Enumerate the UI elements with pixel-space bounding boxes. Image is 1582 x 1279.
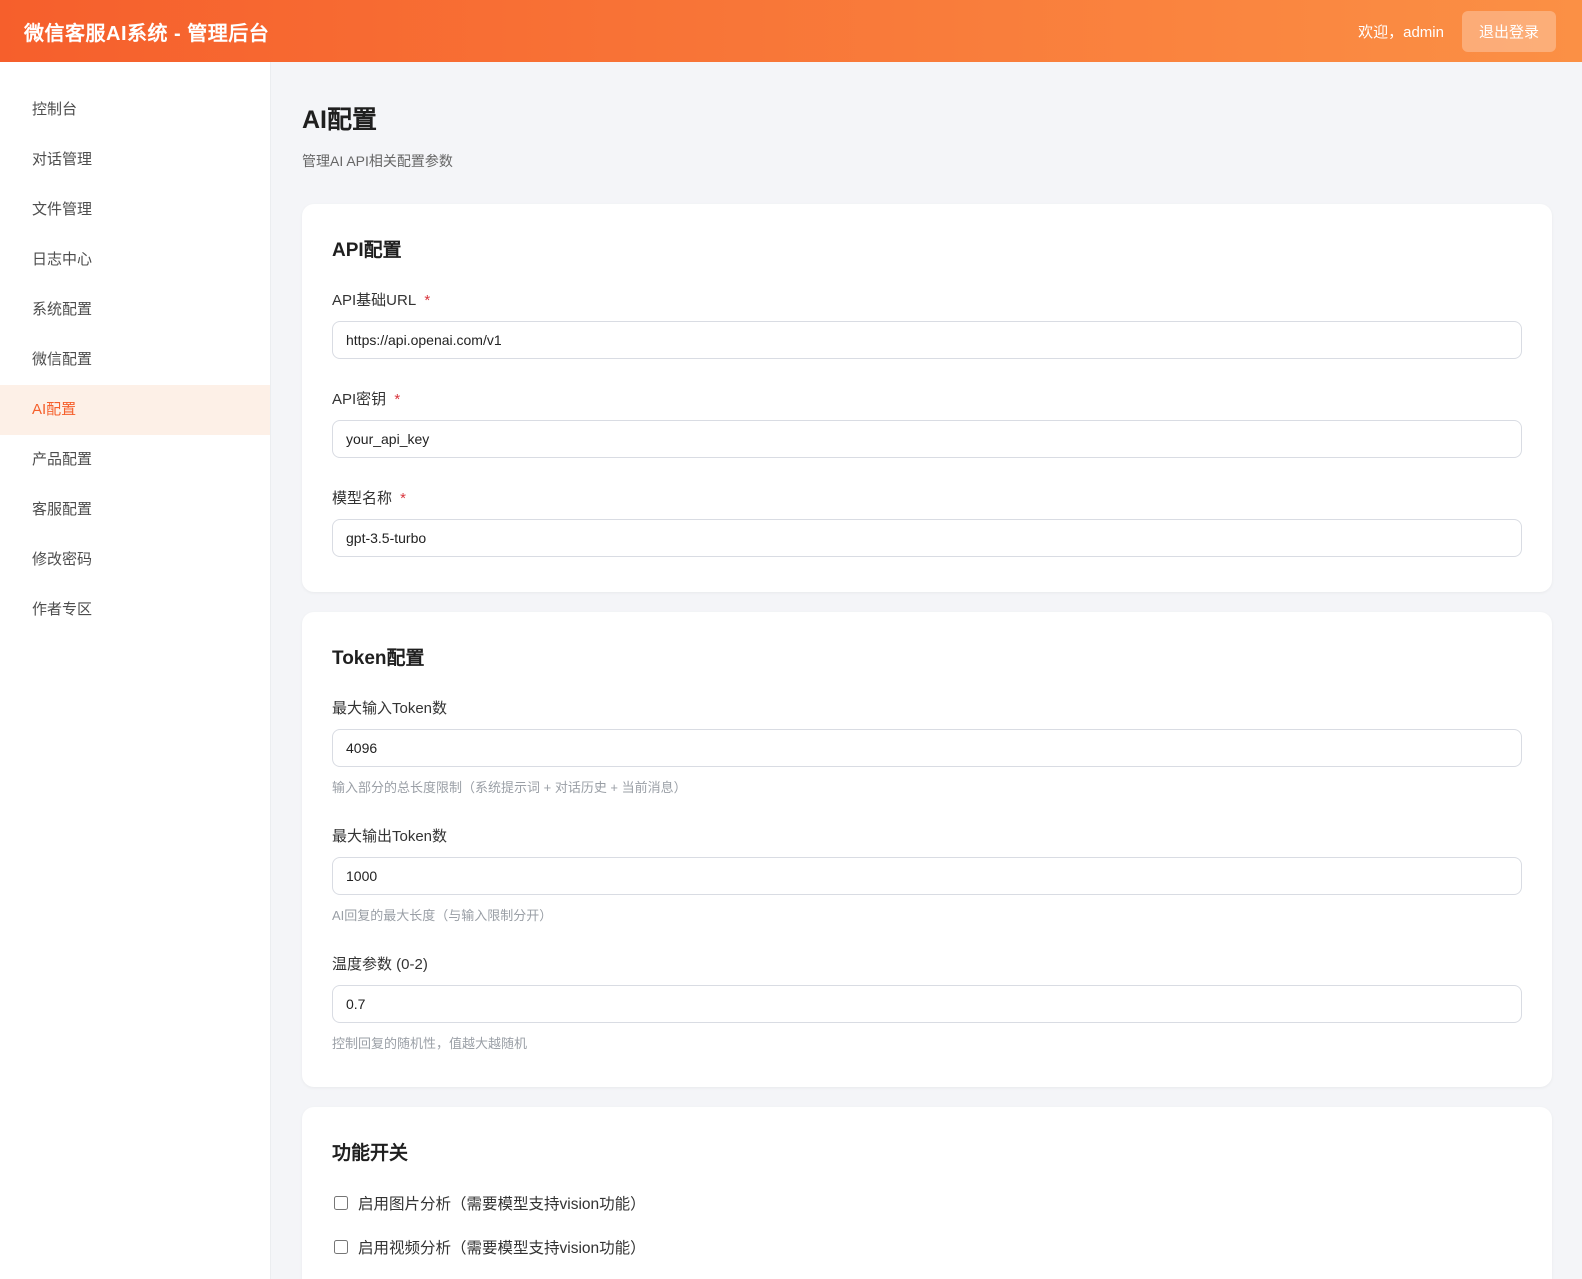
page-title: AI配置 — [302, 100, 1552, 136]
feature-switch-checkboxes: 启用图片分析（需要模型支持vision功能） 启用视频分析（需要模型支持visio… — [332, 1192, 1522, 1258]
sidebar-item-产品配置[interactable]: 产品配置 — [0, 435, 270, 485]
field-input[interactable] — [332, 729, 1522, 767]
feature-switch-card: 功能开关 启用图片分析（需要模型支持vision功能） 启用视频分析（需要模型支持… — [302, 1107, 1552, 1279]
field-hint: 输入部分的总长度限制（系统提示词 + 对话历史 + 当前消息） — [332, 777, 1522, 796]
field-group: 模型名称 * — [332, 487, 1522, 557]
layout: 控制台对话管理文件管理日志中心系统配置微信配置AI配置产品配置客服配置修改密码作… — [0, 62, 1582, 1279]
feature-checkbox-label: 启用图片分析（需要模型支持vision功能） — [358, 1192, 646, 1214]
field-label: 模型名称 * — [332, 487, 1522, 508]
field-label: API密钥 * — [332, 388, 1522, 409]
field-group: API基础URL * — [332, 289, 1522, 359]
required-asterisk: * — [390, 391, 400, 408]
field-group: API密钥 * — [332, 388, 1522, 458]
welcome-text: 欢迎，admin — [1358, 21, 1444, 42]
required-asterisk: * — [396, 490, 406, 507]
feature-checkbox-row[interactable]: 启用视频分析（需要模型支持vision功能） — [332, 1236, 1522, 1258]
api-config-card: API配置 API基础URL * API密钥 * 模型名称 * — [302, 204, 1552, 592]
field-group: 最大输入Token数输入部分的总长度限制（系统提示词 + 对话历史 + 当前消息… — [332, 697, 1522, 796]
page-subtitle: 管理AI API相关配置参数 — [302, 151, 1552, 171]
token-config-card-title: Token配置 — [332, 643, 1522, 670]
sidebar-item-修改密码[interactable]: 修改密码 — [0, 535, 270, 585]
field-group: 温度参数 (0-2) 控制回复的随机性，值越大越随机 — [332, 953, 1522, 1052]
main-content: AI配置 管理AI API相关配置参数 API配置 API基础URL * API密… — [271, 62, 1582, 1279]
token-config-card: Token配置 最大输入Token数输入部分的总长度限制（系统提示词 + 对话历… — [302, 612, 1552, 1087]
header-right: 欢迎，admin 退出登录 — [1358, 11, 1556, 52]
api-config-card-title: API配置 — [332, 235, 1522, 262]
api-config-fields: API基础URL * API密钥 * 模型名称 * — [332, 289, 1522, 557]
sidebar-item-控制台[interactable]: 控制台 — [0, 85, 270, 135]
sidebar-item-文件管理[interactable]: 文件管理 — [0, 185, 270, 235]
sidebar-nav: 控制台对话管理文件管理日志中心系统配置微信配置AI配置产品配置客服配置修改密码作… — [0, 62, 271, 1279]
field-label: 温度参数 (0-2) — [332, 953, 1522, 974]
field-input[interactable] — [332, 857, 1522, 895]
field-input[interactable] — [332, 519, 1522, 557]
field-input[interactable] — [332, 321, 1522, 359]
field-group: 最大输出Token数 AI回复的最大长度（与输入限制分开） — [332, 825, 1522, 924]
sidebar-item-对话管理[interactable]: 对话管理 — [0, 135, 270, 185]
sidebar-item-AI配置[interactable]: AI配置 — [0, 385, 270, 435]
sidebar-item-日志中心[interactable]: 日志中心 — [0, 235, 270, 285]
logout-button[interactable]: 退出登录 — [1462, 11, 1556, 52]
sidebar-item-微信配置[interactable]: 微信配置 — [0, 335, 270, 385]
feature-checkbox[interactable] — [334, 1196, 348, 1210]
feature-checkbox-row[interactable]: 启用图片分析（需要模型支持vision功能） — [332, 1192, 1522, 1214]
field-label: API基础URL * — [332, 289, 1522, 310]
field-label: 最大输入Token数 — [332, 697, 1522, 718]
feature-checkbox[interactable] — [334, 1240, 348, 1254]
top-header: 微信客服AI系统 - 管理后台 欢迎，admin 退出登录 — [0, 0, 1582, 62]
field-input[interactable] — [332, 985, 1522, 1023]
sidebar-item-客服配置[interactable]: 客服配置 — [0, 485, 270, 535]
field-hint: 控制回复的随机性，值越大越随机 — [332, 1033, 1522, 1052]
field-label: 最大输出Token数 — [332, 825, 1522, 846]
required-asterisk: * — [420, 292, 430, 309]
sidebar-item-系统配置[interactable]: 系统配置 — [0, 285, 270, 335]
feature-switch-card-title: 功能开关 — [332, 1138, 1522, 1165]
sidebar-item-作者专区[interactable]: 作者专区 — [0, 585, 270, 635]
app-title: 微信客服AI系统 - 管理后台 — [24, 17, 269, 46]
feature-checkbox-label: 启用视频分析（需要模型支持vision功能） — [358, 1236, 646, 1258]
field-hint: AI回复的最大长度（与输入限制分开） — [332, 905, 1522, 924]
field-input[interactable] — [332, 420, 1522, 458]
token-config-fields: 最大输入Token数输入部分的总长度限制（系统提示词 + 对话历史 + 当前消息… — [332, 697, 1522, 1052]
